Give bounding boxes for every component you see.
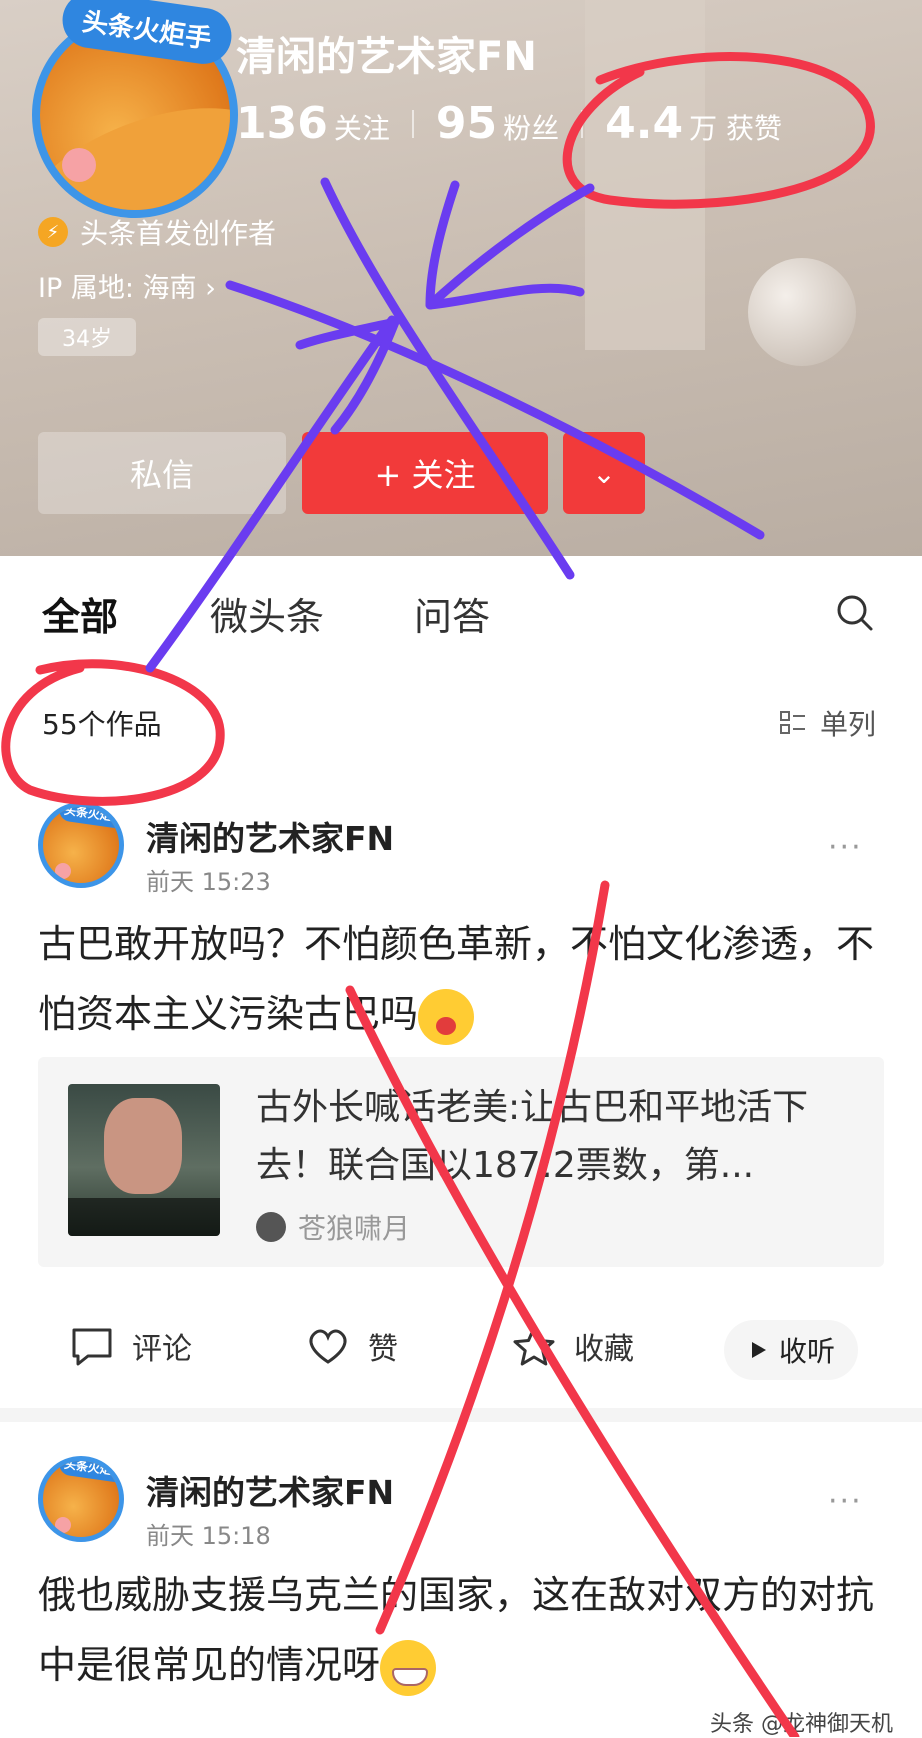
following-count[interactable]: 136: [236, 98, 328, 149]
post-divider: [0, 1408, 922, 1422]
comment-button[interactable]: 评论: [70, 1324, 192, 1368]
listen-label: 收听: [778, 1335, 835, 1368]
stat-divider: [581, 109, 584, 138]
article-thumbnail: [68, 1084, 220, 1236]
fans-count[interactable]: 95: [436, 98, 497, 149]
collect-button[interactable]: 收藏: [512, 1324, 634, 1368]
crying-emoji-icon: [418, 988, 475, 1045]
avatar-bubble: [55, 1517, 71, 1533]
list-view-icon: [780, 711, 805, 734]
post-time: 前天 15:23: [146, 868, 271, 896]
comment-label: 评论: [132, 1332, 192, 1367]
play-icon: [751, 1342, 766, 1358]
post-actions: 评论 赞 收藏 收听: [0, 1310, 922, 1390]
tab-all[interactable]: 全部: [42, 586, 118, 641]
follow-button[interactable]: + 关注: [302, 432, 548, 514]
thumbnail-caption-bar: [68, 1198, 220, 1236]
profile-name: 清闲的艺术家FN: [236, 34, 537, 80]
post-author[interactable]: 清闲的艺术家FN: [146, 1466, 394, 1514]
post-author[interactable]: 清闲的艺术家FN: [146, 812, 394, 860]
stat-divider: [411, 109, 414, 138]
profile-stats: 136 关注 95 粉丝 4.4 万 获赞: [236, 98, 782, 149]
tab-micro-headline[interactable]: 微头条: [210, 586, 324, 641]
star-icon: [513, 1326, 555, 1366]
creator-tag: ⚡ 头条首发创作者: [38, 212, 276, 252]
author-avatar-icon: [256, 1212, 286, 1242]
age-badge: 34岁: [38, 318, 136, 356]
comment-icon: [72, 1328, 112, 1366]
ip-location[interactable]: IP 属地: 海南 ›: [38, 266, 216, 305]
profile-header: 头条火炬手 清闲的艺术家FN 136 关注 95 粉丝 4.4 万 获赞 ⚡ 头…: [0, 0, 922, 556]
like-label: 赞: [368, 1332, 398, 1367]
background-ball: [748, 258, 856, 366]
works-count: 55个作品: [42, 708, 162, 741]
search-icon[interactable]: [834, 592, 874, 632]
post-time: 前天 15:18: [146, 1522, 271, 1550]
thumbnail-face: [104, 1098, 182, 1194]
lightning-icon: ⚡: [38, 217, 68, 247]
post-text[interactable]: 俄也威胁支援乌克兰的国家，这在敌对双方的对抗中是很常见的情况呀: [38, 1560, 884, 1700]
avatar-bubble: [55, 863, 71, 879]
creator-label: 头条首发创作者: [80, 217, 277, 250]
message-button[interactable]: 私信: [38, 432, 286, 514]
likes-count: 4.4: [605, 98, 684, 149]
avatar-dune: [40, 79, 230, 210]
fans-label[interactable]: 粉丝: [503, 107, 559, 147]
following-label[interactable]: 关注: [334, 107, 390, 147]
post-text-content: 俄也威胁支援乌克兰的国家，这在敌对双方的对抗中是很常见的情况呀: [38, 1573, 875, 1687]
grinning-emoji-icon: [380, 1639, 437, 1696]
post-more-button[interactable]: ···: [828, 830, 863, 865]
content-tabs: 全部 微头条 问答: [0, 556, 922, 666]
more-dropdown-button[interactable]: ⌄: [563, 432, 645, 514]
collect-label: 收藏: [574, 1332, 634, 1367]
layout-label: 单列: [820, 708, 877, 741]
article-author: 苍狼啸月: [256, 1207, 410, 1247]
post-avatar[interactable]: 头条火炬手: [38, 802, 124, 888]
post-text[interactable]: 古巴敢开放吗？不怕颜色革新，不怕文化渗透，不怕资本主义污染古巴吗: [38, 909, 884, 1049]
background-wall: [585, 0, 705, 350]
like-button[interactable]: 赞: [306, 1324, 398, 1368]
mini-badge: 头条火炬手: [57, 807, 119, 830]
shared-article-card[interactable]: 古外长喊话老美:让古巴和平地活下去！联合国以187:2票数，第... 苍狼啸月: [38, 1057, 884, 1267]
post-more-button[interactable]: ···: [828, 1484, 863, 1519]
likes-label: 万 获赞: [689, 112, 782, 145]
article-title: 古外长喊话老美:让古巴和平地活下去！联合国以187:2票数，第...: [256, 1087, 809, 1186]
mini-badge: 头条火炬手: [57, 1461, 119, 1484]
watermark: 头条 @龙神御天机: [710, 1712, 893, 1737]
layout-toggle[interactable]: 单列: [780, 703, 876, 743]
post-avatar[interactable]: 头条火炬手: [38, 1456, 124, 1542]
listen-button[interactable]: 收听: [724, 1320, 858, 1380]
article-author-name: 苍狼啸月: [298, 1212, 411, 1245]
tab-qa[interactable]: 问答: [414, 586, 490, 641]
heart-icon: [309, 1329, 347, 1364]
avatar-bubble: [62, 148, 96, 182]
